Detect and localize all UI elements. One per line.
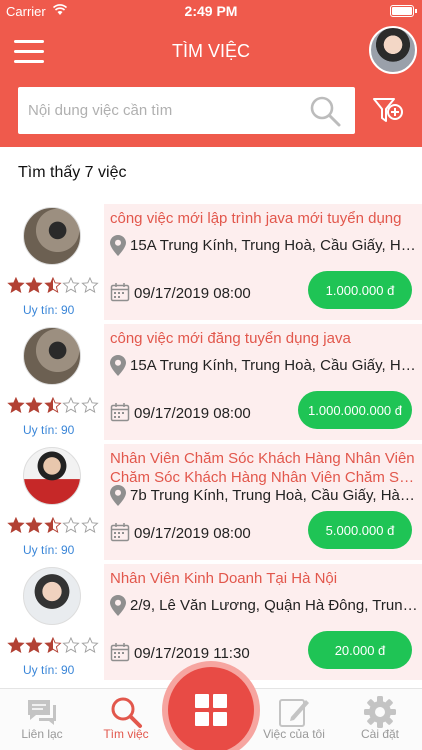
rating-stars: [7, 277, 99, 293]
job-card[interactable]: Nhân Viên Chăm Sóc Khách Hàng Nhân Viên …: [104, 444, 422, 560]
star-icon: [62, 277, 80, 293]
list-item[interactable]: Uy tín: 90 công việc mới đăng tuyển dụng…: [0, 324, 422, 444]
star-icon: [80, 517, 99, 533]
star-icon: [62, 517, 80, 533]
result-count: Tìm thấy 7 việc: [18, 164, 127, 181]
tab-label: Tìm việc: [103, 727, 149, 741]
grid-icon: [195, 694, 227, 726]
tab-label: Cài đặt: [360, 727, 400, 741]
battery-icon: [390, 5, 417, 17]
star-icon: [25, 397, 44, 413]
job-date: 09/17/2019 08:00: [134, 405, 251, 422]
tab-find-job[interactable]: Tìm việc: [84, 689, 168, 750]
rating-stars: [7, 517, 99, 533]
star-icon: [7, 277, 25, 293]
tab-label: Việc của tôi: [263, 727, 325, 741]
job-title: công việc mới đăng tuyển dụng java: [110, 330, 351, 347]
job-address: 2/9, Lê Văn Lương, Quận Hà Đông, Trung H…: [130, 597, 418, 614]
page-title: TÌM VIỆC: [171, 41, 250, 61]
list-item[interactable]: Uy tín: 90 Nhân Viên Chăm Sóc Khách Hàng…: [0, 444, 422, 564]
calendar-icon: [110, 283, 130, 302]
tab-contact[interactable]: Liên lạc: [0, 689, 84, 750]
reputation-label: Uy tín: 90: [23, 303, 75, 317]
location-pin-icon: [110, 355, 126, 376]
price-badge: 20.000 đ: [308, 631, 412, 669]
search-input[interactable]: [28, 87, 298, 134]
star-icon: [25, 517, 44, 533]
calendar-icon: [110, 523, 130, 542]
search-box: [18, 87, 355, 134]
search-icon[interactable]: [309, 95, 341, 127]
employer-avatar: [23, 207, 81, 265]
list-item[interactable]: Uy tín: 90 Nhân Viên Kinh Doanh Tại Hà N…: [0, 564, 422, 684]
list-item[interactable]: Uy tín: 90 công việc mới lập trình java …: [0, 204, 422, 324]
header-bar: Carrier 2:49 PM TÌM VIỆC: [0, 0, 422, 147]
job-card[interactable]: công việc mới đăng tuyển dụng java 15A T…: [104, 324, 422, 440]
job-card[interactable]: công việc mới lập trình java mới tuyển d…: [104, 204, 422, 320]
status-bar: Carrier 2:49 PM: [0, 0, 422, 22]
rating-stars: [7, 637, 99, 653]
star-icon: [25, 277, 44, 293]
star-icon: [44, 517, 62, 533]
tab-my-jobs[interactable]: Việc của tôi: [252, 689, 336, 750]
price-badge: 1.000.000 đ: [308, 271, 412, 309]
job-date: 09/17/2019 08:00: [134, 525, 251, 542]
job-date: 09/17/2019 08:00: [134, 285, 251, 302]
star-icon: [44, 277, 62, 293]
filter-add-icon[interactable]: [372, 96, 404, 126]
job-address: 15A Trung Kính, Trung Hoà, Cầu Giấy, Hà …: [130, 237, 418, 254]
rating-stars: [7, 397, 99, 413]
employer-avatar: [23, 567, 81, 625]
gear-icon: [364, 696, 396, 728]
employer-avatar: [23, 327, 81, 385]
star-icon: [44, 397, 62, 413]
reputation-label: Uy tín: 90: [23, 663, 75, 677]
star-icon: [7, 517, 25, 533]
reputation-label: Uy tín: 90: [23, 423, 75, 437]
job-title: Nhân Viên Chăm Sóc Khách Hàng Nhân Viên …: [110, 450, 415, 486]
employer-avatar: [23, 447, 81, 505]
clock: 2:49 PM: [184, 3, 238, 19]
job-card[interactable]: Nhân Viên Kinh Doanh Tại Hà Nội 2/9, Lê …: [104, 564, 422, 680]
location-pin-icon: [110, 485, 126, 506]
price-badge: 1.000.000.000 đ: [298, 391, 412, 429]
star-icon: [62, 637, 80, 653]
location-pin-icon: [110, 235, 126, 256]
center-action-button[interactable]: [168, 667, 254, 750]
job-address: 15A Trung Kính, Trung Hoà, Cầu Giấy, Hà …: [130, 357, 418, 374]
star-icon: [80, 397, 99, 413]
star-icon: [25, 637, 44, 653]
star-icon: [62, 397, 80, 413]
job-title: Nhân Viên Kinh Doanh Tại Hà Nội: [110, 570, 338, 587]
edit-icon: [279, 699, 309, 727]
tab-label: Liên lạc: [21, 727, 63, 741]
price-badge: 5.000.000 đ: [308, 511, 412, 549]
tab-settings[interactable]: Cài đặt: [338, 689, 422, 750]
location-pin-icon: [110, 595, 126, 616]
star-icon: [80, 277, 99, 293]
star-icon: [7, 637, 25, 653]
job-title: công việc mới lập trình java mới tuyển d…: [110, 210, 402, 227]
star-icon: [44, 637, 62, 653]
job-date: 09/17/2019 11:30: [134, 645, 250, 662]
user-avatar[interactable]: [369, 26, 417, 74]
star-icon: [7, 397, 25, 413]
search-icon: [111, 697, 142, 728]
calendar-icon: [110, 643, 130, 662]
job-address: 7b Trung Kính, Trung Hoà, Cầu Giấy, Hà N…: [130, 487, 418, 504]
chat-icon: [28, 700, 56, 725]
calendar-icon: [110, 403, 130, 422]
star-icon: [80, 637, 99, 653]
reputation-label: Uy tín: 90: [23, 543, 75, 557]
